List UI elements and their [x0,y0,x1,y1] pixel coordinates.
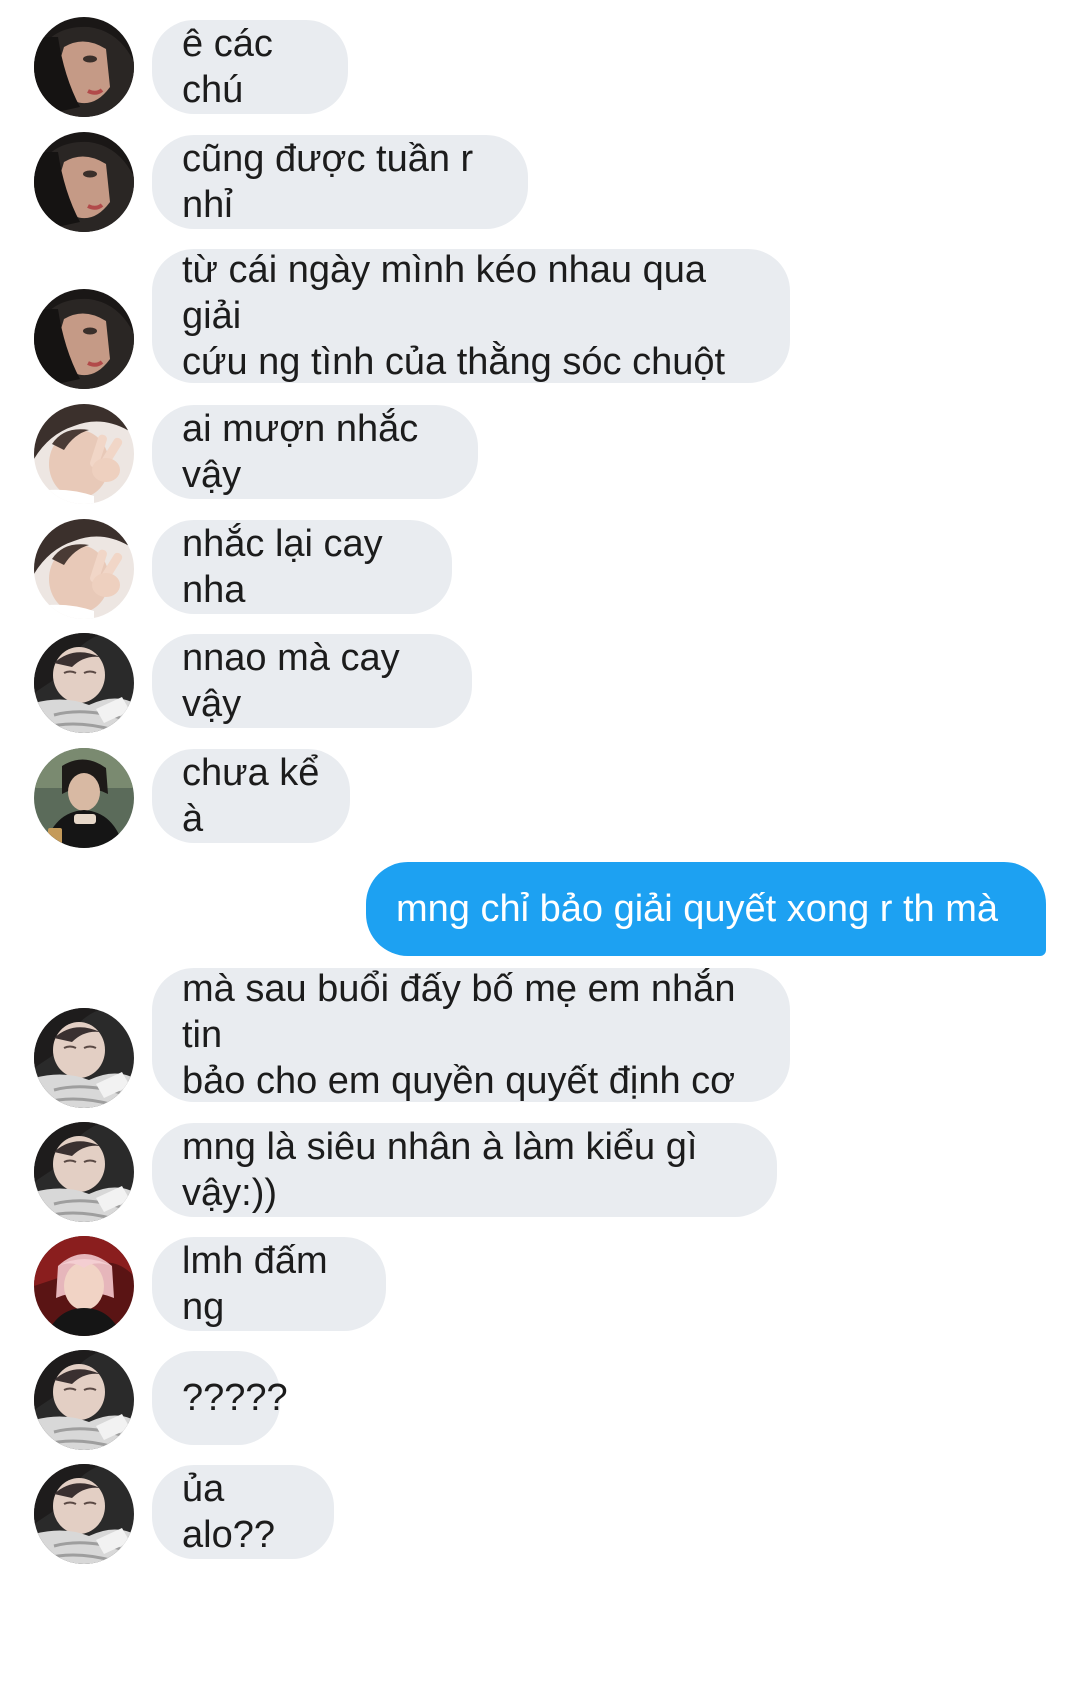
message-bubble[interactable]: mng là siêu nhân à làm kiểu gì vậy:)) [152,1123,777,1217]
conversation: ê các chú cũng được tuần r nhỉ từ cái ng… [0,0,1080,1697]
message-row: ai mượn nhắc vậy [0,405,1080,499]
message-row: nnao mà cay vậy [0,634,1080,728]
message-bubble[interactable]: từ cái ngày mình kéo nhau qua giải cứu n… [152,249,790,383]
message-row-outgoing: mng chỉ bảo giải quyết xong r th mà [0,862,1080,956]
message-row: lmh đấm ng [0,1237,1080,1331]
message-row: ????? [0,1351,1080,1445]
avatar[interactable] [34,1464,134,1564]
message-row: chưa kể à [0,749,1080,843]
message-bubble[interactable]: chưa kể à [152,749,350,843]
message-bubble[interactable]: ủa alo?? [152,1465,334,1559]
avatar[interactable] [34,633,134,733]
message-row: từ cái ngày mình kéo nhau qua giải cứu n… [0,249,1080,383]
message-row: mng là siêu nhân à làm kiểu gì vậy:)) [0,1123,1080,1217]
message-bubble[interactable]: nhắc lại cay nha [152,520,452,614]
avatar[interactable] [34,1008,134,1108]
outgoing-message-bubble[interactable]: mng chỉ bảo giải quyết xong r th mà [366,862,1046,956]
message-row: nhắc lại cay nha [0,520,1080,614]
avatar[interactable] [34,17,134,117]
avatar[interactable] [34,289,134,389]
avatar[interactable] [34,519,134,619]
message-row: ê các chú [0,20,1080,114]
avatar[interactable] [34,748,134,848]
message-bubble[interactable]: ai mượn nhắc vậy [152,405,478,499]
message-bubble[interactable]: mà sau buổi đấy bố mẹ em nhắn tin bảo ch… [152,968,790,1102]
avatar[interactable] [34,404,134,504]
message-bubble[interactable]: cũng được tuần r nhỉ [152,135,528,229]
message-row: cũng được tuần r nhỉ [0,135,1080,229]
message-row: ủa alo?? [0,1465,1080,1559]
avatar[interactable] [34,132,134,232]
message-bubble[interactable]: lmh đấm ng [152,1237,386,1331]
message-bubble[interactable]: nnao mà cay vậy [152,634,472,728]
message-bubble[interactable]: ????? [152,1351,288,1445]
avatar[interactable] [34,1236,134,1336]
message-bubble[interactable]: ê các chú [152,20,348,114]
message-row: mà sau buổi đấy bố mẹ em nhắn tin bảo ch… [0,968,1080,1102]
avatar[interactable] [34,1122,134,1222]
avatar[interactable] [34,1350,134,1450]
